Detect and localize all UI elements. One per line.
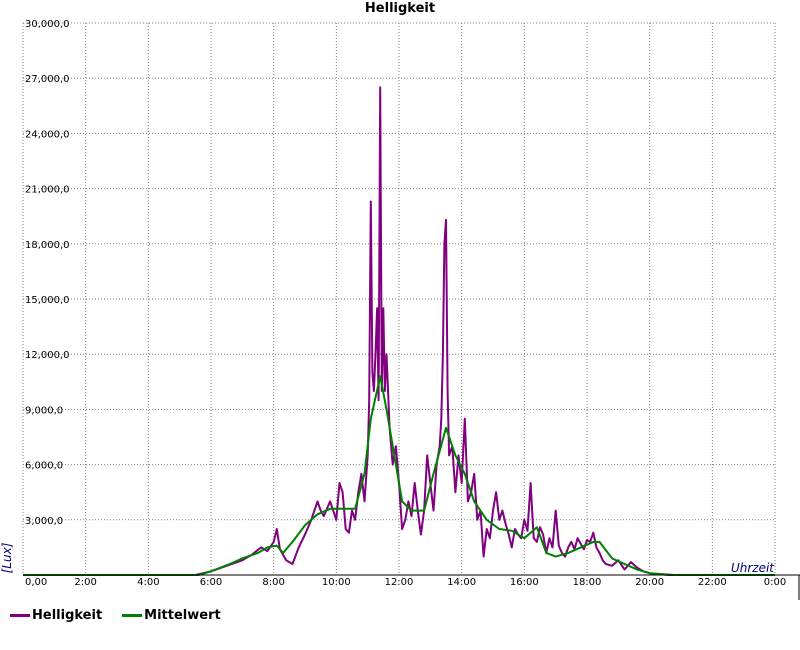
x-tick-label: 0:00 (764, 577, 786, 588)
x-tick-label: 6:00 (200, 577, 222, 588)
legend-item-mittelwert: Mittelwert (122, 608, 221, 623)
y-tick-label: 18,000,0 (25, 240, 70, 251)
x-tick-label: 0,00 (25, 577, 47, 588)
legend-swatch-mittelwert (122, 614, 143, 617)
x-tick-label: 22:00 (698, 577, 727, 588)
x-tick-label: 20:00 (635, 577, 664, 588)
x-axis-label: Uhrzeit (731, 561, 775, 575)
x-tick-label: 2:00 (74, 577, 96, 588)
x-tick-label: 18:00 (573, 577, 602, 588)
y-tick-label: 12,000,0 (25, 350, 70, 361)
y-axis-label: [Lux] (0, 542, 14, 573)
legend-label-mittelwert: Mittelwert (144, 608, 221, 623)
legend-swatch-helligkeit (10, 614, 30, 617)
x-tick-label: 12:00 (385, 577, 414, 588)
x-tick-label: 16:00 (510, 577, 539, 588)
x-tick-label: 4:00 (137, 577, 159, 588)
y-tick-label: 15,000,0 (25, 295, 70, 306)
x-tick-label: 10:00 (322, 577, 351, 588)
y-tick-label: 3,000,0 (25, 516, 63, 527)
y-tick-label: 24,000,0 (25, 129, 70, 140)
legend: Helligkeit Mittelwert (10, 608, 241, 623)
chart-title: Helligkeit (365, 1, 435, 16)
y-tick-label: 30,000,0 (25, 19, 70, 30)
y-tick-label: 9,000,0 (25, 405, 63, 416)
chart: Helligkeit 3,000,0 6,000,0 9,000,0 12,000,0… (0, 1, 800, 600)
y-tick-label: 27,000,0 (25, 74, 70, 85)
legend-label-helligkeit: Helligkeit (32, 608, 103, 623)
y-tick-label: 21,000,0 (25, 185, 70, 196)
x-axis-ticks: 0,00 2:00 4:00 6:00 8:00 10:00 12:00 14:00 16:00… (25, 577, 786, 588)
y-tick-label: 6,000,0 (25, 461, 63, 472)
legend-item-helligkeit: Helligkeit (10, 608, 102, 623)
x-tick-label: 8:00 (262, 577, 284, 588)
x-tick-label: 14:00 (447, 577, 476, 588)
